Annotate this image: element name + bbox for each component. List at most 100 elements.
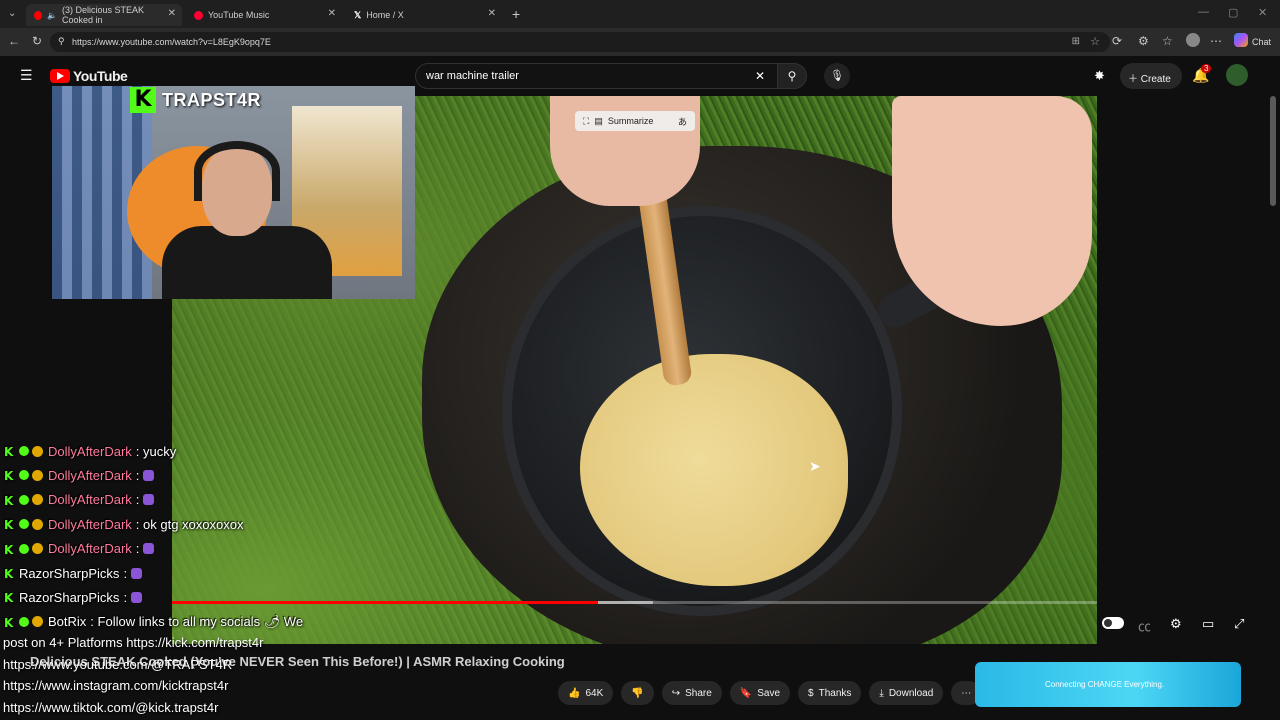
rocket-icon[interactable]: ✸ — [1094, 68, 1105, 84]
chat-text: : — [135, 492, 140, 508]
subscriber-badge-icon — [32, 518, 43, 530]
verified-badge-icon — [19, 519, 29, 530]
theater-mode-icon[interactable]: ▭ — [1202, 616, 1214, 632]
hamburger-menu-icon[interactable]: ☰ — [20, 67, 33, 84]
site-info-icon[interactable]: ⚲ — [58, 36, 65, 47]
save-button[interactable]: 🔖 Save — [729, 681, 791, 705]
kick-badge-icon: K — [4, 469, 14, 484]
verified-badge-icon — [19, 470, 29, 481]
video-actions: 👍 64K 👎 ↪ Share 🔖 Save $ Thanks ⤓ Downlo… — [558, 681, 982, 705]
maximize-icon[interactable]: ▢ — [1228, 6, 1238, 19]
x-favicon-icon: 𝕏 — [354, 9, 362, 20]
captions-icon[interactable]: ㏄ — [1138, 616, 1151, 635]
copilot-icon[interactable] — [1234, 33, 1248, 47]
search-button[interactable]: ⚲ — [777, 63, 807, 89]
back-icon[interactable]: ← — [8, 34, 20, 48]
youtube-logo[interactable]: YouTube — [50, 68, 128, 84]
download-icon: ⤓ — [879, 687, 884, 699]
microphone-icon: 🎙 — [830, 70, 844, 82]
like-button[interactable]: 👍 64K — [558, 681, 614, 705]
ad-banner[interactable]: Connecting CHANGE Everything. — [975, 662, 1241, 707]
ad-text: Connecting CHANGE Everything. — [1045, 680, 1165, 689]
thanks-button[interactable]: $ Thanks — [798, 681, 862, 705]
download-button[interactable]: ⤓ Download — [869, 681, 944, 705]
address-bar-row: ← ↻ ⚲ https://www.youtube.com/watch?v=L8… — [0, 28, 1280, 56]
tab-list-icon[interactable]: ⌄ — [8, 8, 16, 19]
voice-search-button[interactable]: 🎙 — [824, 63, 850, 89]
video-progress-bar[interactable] — [172, 601, 1097, 604]
link-line: post on 4+ Platforms https://kick.com/tr… — [3, 635, 264, 650]
chat-button[interactable]: Chat — [1252, 37, 1271, 47]
video-title: Delicious STEAK Cooked (You've NEVER See… — [30, 654, 565, 669]
url-field[interactable]: ⚲ https://www.youtube.com/watch?v=L8EgK9… — [50, 32, 1110, 52]
channel-logo: K TRAPST4R — [130, 86, 261, 114]
kick-badge-icon: K — [4, 445, 14, 459]
search-input[interactable]: war machine trailer ✕ — [415, 63, 778, 89]
summarize-label[interactable]: Summarize — [608, 116, 654, 126]
page-scrollbar[interactable] — [1270, 96, 1276, 206]
chat-username[interactable]: DollyAfterDark — [48, 492, 132, 507]
chat-text: : yucky — [135, 443, 177, 459]
chat-message: K BotRix: Follow links to all my socials … — [4, 611, 303, 633]
bookmark-icon: 🔖 — [739, 687, 753, 699]
account-avatar[interactable] — [1226, 64, 1248, 86]
create-label: Create — [1140, 74, 1171, 85]
chat-text: : Follow links to all my socials 🌶 We — [90, 613, 304, 629]
profile-avatar[interactable] — [1186, 33, 1200, 47]
share-label: Share — [685, 687, 712, 699]
reload-icon[interactable]: ↻ — [32, 34, 42, 48]
close-tab-icon[interactable]: ✕ — [328, 8, 336, 19]
chat-text: : — [135, 541, 140, 557]
verified-badge-icon — [19, 494, 29, 505]
close-tab-icon[interactable]: ✕ — [488, 8, 496, 19]
plus-icon: ＋ — [1128, 74, 1138, 85]
summarize-icon: ▤ — [594, 115, 603, 126]
verified-badge-icon — [19, 446, 29, 456]
fullscreen-icon[interactable]: ⤢ — [1234, 616, 1244, 632]
chat-message: K DollyAfterDark: ok gtg xoxoxoxox — [4, 513, 243, 535]
tab-home-x[interactable]: 𝕏 Home / X ✕ — [346, 4, 502, 26]
clear-search-icon[interactable]: ✕ — [755, 69, 765, 83]
tab-label: (3) Delicious STEAK Cooked in — [62, 5, 145, 25]
mouse-cursor-icon: ➤ — [809, 458, 821, 474]
chat-text: : — [135, 467, 140, 483]
more-menu-icon[interactable]: ⋯ — [1210, 34, 1222, 48]
screenshot-icon[interactable]: ⛶ — [583, 116, 589, 127]
thanks-icon: $ — [808, 687, 814, 699]
chat-username[interactable]: DollyAfterDark — [48, 541, 132, 556]
chat-message: K DollyAfterDark: — [4, 464, 155, 486]
favorite-star-icon[interactable]: ☆ — [1090, 35, 1100, 48]
chat-message: K RazorSharpPicks: — [4, 586, 143, 608]
chat-username[interactable]: DollyAfterDark — [48, 444, 132, 459]
app-icon[interactable]: ⊞ — [1072, 36, 1080, 47]
minimize-icon[interactable]: — — [1198, 6, 1209, 18]
autoplay-toggle[interactable] — [1102, 617, 1124, 629]
chat-username[interactable]: RazorSharpPicks — [19, 566, 119, 581]
chat-message: K DollyAfterDark: yucky — [4, 440, 176, 462]
chat-message: K RazorSharpPicks: — [4, 562, 143, 584]
share-button[interactable]: ↪ Share — [661, 681, 722, 705]
new-tab-icon[interactable]: + — [512, 6, 520, 22]
chat-username[interactable]: BotRix — [48, 614, 86, 629]
chat-username[interactable]: DollyAfterDark — [48, 517, 132, 532]
thumbs-up-icon: 👍 — [568, 687, 581, 699]
settings-gear-icon[interactable]: ⚙ — [1170, 616, 1182, 632]
extensions-icon[interactable]: ⟳ — [1112, 34, 1122, 48]
kick-badge-icon: K — [4, 567, 14, 581]
chat-message: K DollyAfterDark: — [4, 489, 155, 511]
puzzle-icon[interactable]: ⚙ — [1138, 34, 1149, 48]
close-window-icon[interactable]: ✕ — [1258, 6, 1267, 19]
webcam-overlay: K TRAPST4R — [52, 86, 415, 299]
translate-icon[interactable]: あ — [678, 115, 687, 128]
favorites-icon[interactable]: ☆ — [1162, 34, 1173, 48]
dislike-button[interactable]: 👎 — [621, 681, 654, 705]
chat-username[interactable]: RazorSharpPicks — [19, 590, 119, 605]
tab-youtube-music[interactable]: YouTube Music ✕ — [186, 4, 342, 26]
summarize-toolbar[interactable]: ⛶ ▤ Summarize あ — [575, 111, 695, 131]
tab-steak-video[interactable]: 🔈 (3) Delicious STEAK Cooked in ✕ — [26, 4, 182, 26]
subscriber-badge-icon — [32, 494, 43, 506]
create-button[interactable]: ＋ Create — [1120, 63, 1182, 89]
thanks-label: Thanks — [818, 687, 852, 699]
close-tab-icon[interactable]: ✕ — [168, 8, 176, 19]
chat-username[interactable]: DollyAfterDark — [48, 468, 132, 483]
